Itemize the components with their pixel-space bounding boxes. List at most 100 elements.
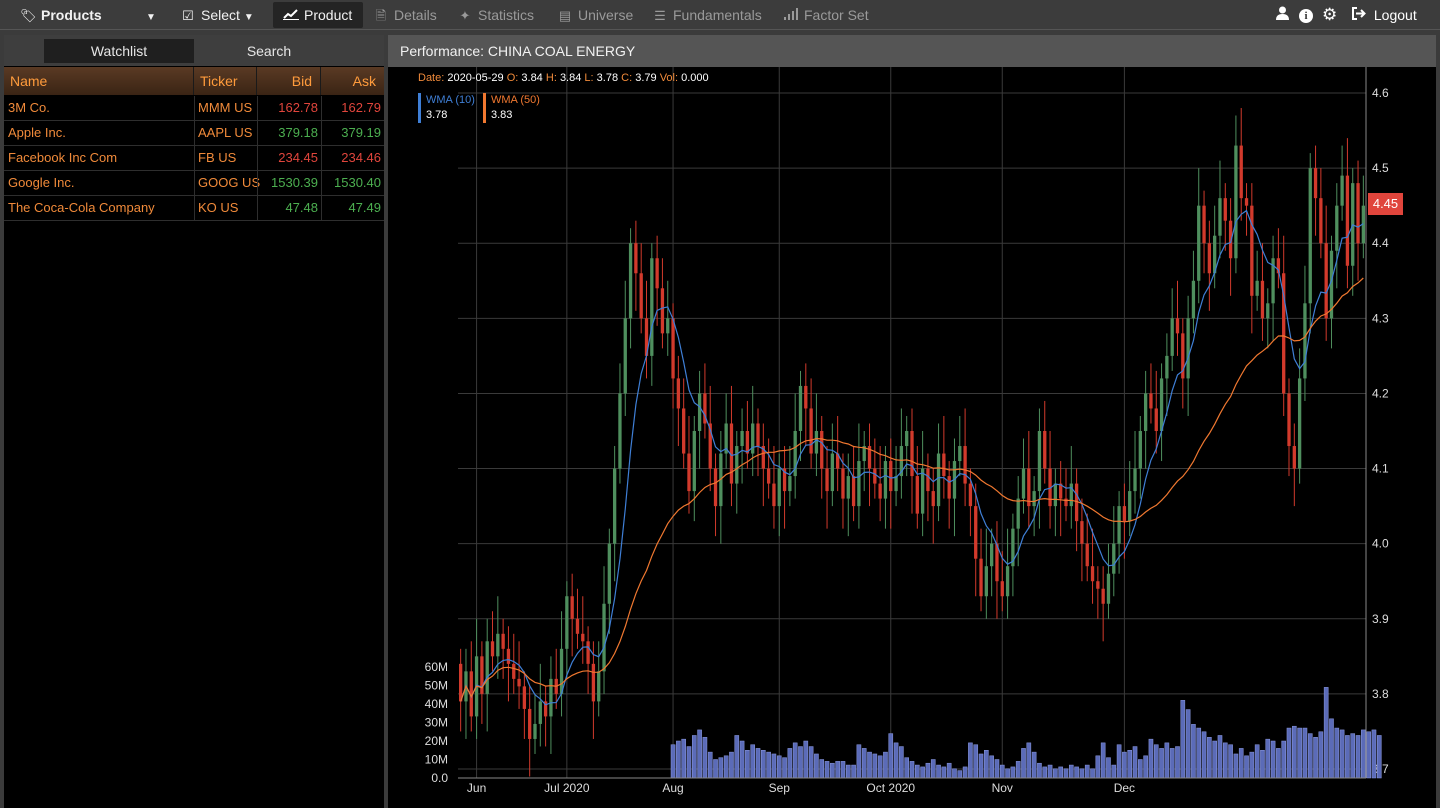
watchlist-row[interactable]: Apple Inc. AAPL US 379.18 379.19 — [4, 121, 384, 146]
tab-search[interactable]: Search — [194, 39, 344, 63]
volume-bar — [1323, 687, 1329, 779]
candle-body — [1122, 506, 1127, 522]
info-button[interactable]: i — [1299, 2, 1313, 28]
volume-bar — [1233, 753, 1239, 779]
price-chart[interactable]: 4.64.54.44.34.24.14.03.93.83.7JunJul 202… — [388, 67, 1436, 808]
products-menu[interactable]: 🏷 Products — [20, 2, 102, 28]
column-divider — [257, 196, 258, 221]
select-menu[interactable]: ☑ Select ▼ — [180, 2, 254, 28]
candle-body — [1128, 491, 1132, 522]
candle-body — [1170, 318, 1174, 356]
legend-value: 3.78 — [426, 109, 448, 121]
volume-bar — [1191, 724, 1196, 779]
tab-fundamentals[interactable]: ☰ Fundamentals — [652, 2, 762, 28]
candle-body — [851, 476, 856, 507]
volume-bar — [1260, 750, 1265, 779]
candle-body — [1005, 566, 1010, 597]
volume-bar — [1063, 768, 1069, 779]
candle-body — [1319, 198, 1323, 244]
candle-body — [506, 648, 511, 664]
candle-body — [820, 431, 824, 469]
volume-bar — [713, 759, 718, 779]
volume-bar — [782, 757, 787, 779]
tab-watchlist[interactable]: Watchlist — [44, 39, 194, 63]
volume-bar — [930, 759, 936, 779]
volume-bar — [1292, 725, 1297, 779]
column-header-ticker[interactable]: Ticker — [194, 67, 257, 95]
watchlist-row[interactable]: Facebook Inc Com FB US 234.45 234.46 — [4, 146, 384, 171]
statistics-label: Statistics — [478, 7, 535, 23]
candle-body — [1112, 543, 1116, 574]
volume-bar — [1212, 740, 1217, 779]
user-button[interactable] — [1276, 2, 1289, 28]
tab-details[interactable]: 🗎 Details — [373, 2, 437, 28]
x-tick-label: Sep — [769, 781, 791, 795]
volume-bar — [1350, 733, 1356, 779]
row-bid: 162.78 — [278, 100, 318, 115]
candle-body — [496, 633, 500, 657]
legend-wma50[interactable]: WMA (50) 3.83 — [483, 93, 540, 123]
watchlist-row[interactable]: The Coca-Cola Company KO US 47.48 47.49 — [4, 196, 384, 221]
column-header-ask[interactable]: Ask — [321, 67, 384, 95]
candle-body — [682, 408, 686, 454]
volume-bar — [814, 753, 819, 779]
volume-bar — [808, 746, 814, 779]
candle-body — [777, 468, 781, 507]
volume-bar — [1164, 742, 1170, 779]
candle-body — [1117, 506, 1121, 544]
candle-body — [1324, 243, 1328, 319]
logout-button[interactable]: Logout — [1352, 2, 1417, 28]
settings-button[interactable]: ⚙ — [1322, 2, 1337, 28]
legend-wma10[interactable]: WMA (10) 3.78 — [418, 93, 475, 123]
volume-bar — [1068, 764, 1074, 779]
column-header-bid[interactable]: Bid — [257, 67, 321, 95]
volume-bar — [1329, 718, 1334, 779]
candle-body — [974, 506, 978, 559]
y-tick-label: 4.5 — [1372, 161, 1389, 175]
candle-body — [1106, 573, 1111, 604]
column-header-name[interactable]: Name — [4, 67, 194, 95]
column-divider — [194, 146, 195, 171]
tab-universe[interactable]: ▤ Universe — [557, 2, 633, 28]
candle-body — [1154, 408, 1158, 431]
volume-bar — [830, 762, 835, 779]
candle-body — [1335, 205, 1339, 251]
products-dropdown-caret[interactable]: ▼ — [146, 2, 156, 28]
watchlist-panel: Watchlist Search Name Ticker Bid Ask 3M … — [4, 35, 384, 808]
candle-body — [1165, 355, 1169, 379]
candle-body — [1138, 431, 1142, 469]
check-square-icon: ☑ — [182, 8, 194, 23]
candle-body — [1202, 205, 1206, 244]
volume-bar — [750, 744, 756, 779]
candle-body — [1027, 468, 1031, 507]
row-name: Apple Inc. — [8, 125, 66, 140]
volume-bar — [1180, 700, 1186, 779]
volume-bar — [1047, 764, 1053, 779]
candle-body — [846, 476, 850, 499]
candle-body — [915, 476, 919, 514]
fundamentals-label: Fundamentals — [673, 7, 762, 23]
row-ticker: FB US — [198, 150, 237, 165]
volume-bar — [1207, 737, 1212, 779]
volume-bar — [1286, 727, 1292, 779]
volume-bar — [1276, 748, 1281, 779]
tab-statistics[interactable]: ✦ Statistics — [457, 2, 534, 28]
watchlist-tabs: Watchlist Search — [4, 35, 384, 66]
candle-body — [697, 393, 702, 431]
tab-product[interactable]: Product — [273, 2, 363, 28]
row-ticker: GOOG US — [198, 175, 261, 190]
watchlist-row[interactable]: 3M Co. MMM US 162.78 162.79 — [4, 96, 384, 121]
performance-panel: Performance: CHINA COAL ENERGY 4.6 4.5 4.4… — [388, 35, 1436, 808]
candle-body — [1000, 581, 1004, 597]
volume-bar — [819, 759, 825, 779]
universe-label: Universe — [578, 7, 634, 23]
candle-body — [1287, 393, 1291, 447]
candle-body — [1133, 468, 1137, 492]
volume-bar — [1031, 751, 1037, 779]
tab-factor-set[interactable]: Factor Set — [783, 2, 869, 28]
watchlist-row[interactable]: Google Inc. GOOG US 1530.39 1530.40 — [4, 171, 384, 196]
watchlist-header: Name Ticker Bid Ask — [4, 67, 384, 95]
row-ask: 1530.40 — [334, 175, 381, 190]
x-tick-label: Aug — [662, 781, 683, 795]
candle-body — [512, 663, 516, 679]
